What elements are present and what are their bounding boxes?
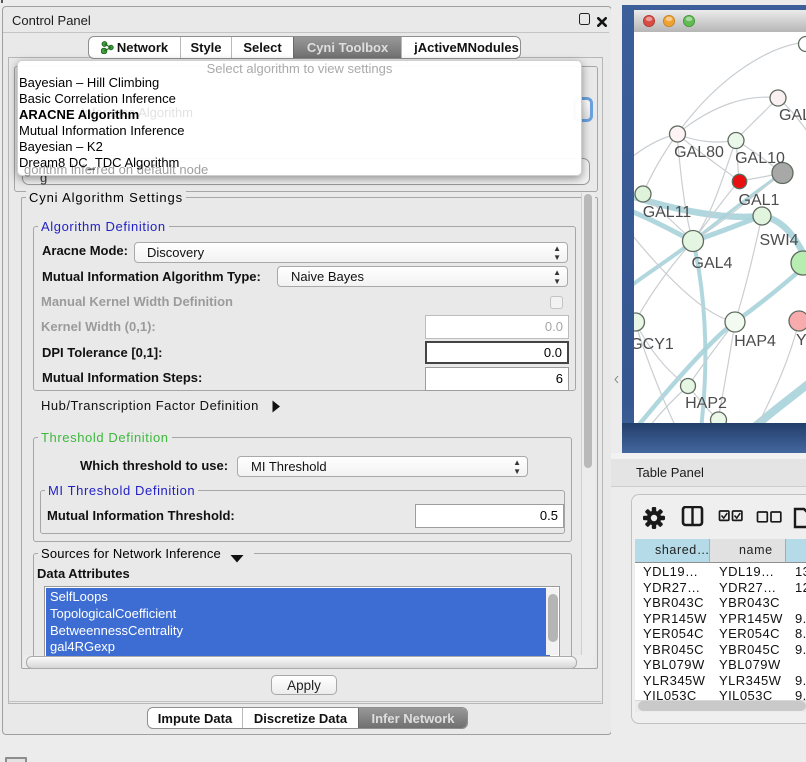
svg-text:SWI4: SWI4 [759,232,798,249]
svg-text:GAL80: GAL80 [674,144,724,161]
svg-text:GAL1: GAL1 [739,192,780,209]
svg-text:HAP4: HAP4 [734,333,776,350]
svg-text:GAL7: GAL7 [779,107,806,124]
svg-text:HAP2: HAP2 [685,395,727,412]
svg-text:Y: Y [796,332,806,349]
svg-text:GAL4: GAL4 [692,255,733,272]
svg-text:GCY1: GCY1 [634,336,674,353]
svg-text:GAL11: GAL11 [643,204,692,221]
svg-text:GAL10: GAL10 [735,150,785,167]
